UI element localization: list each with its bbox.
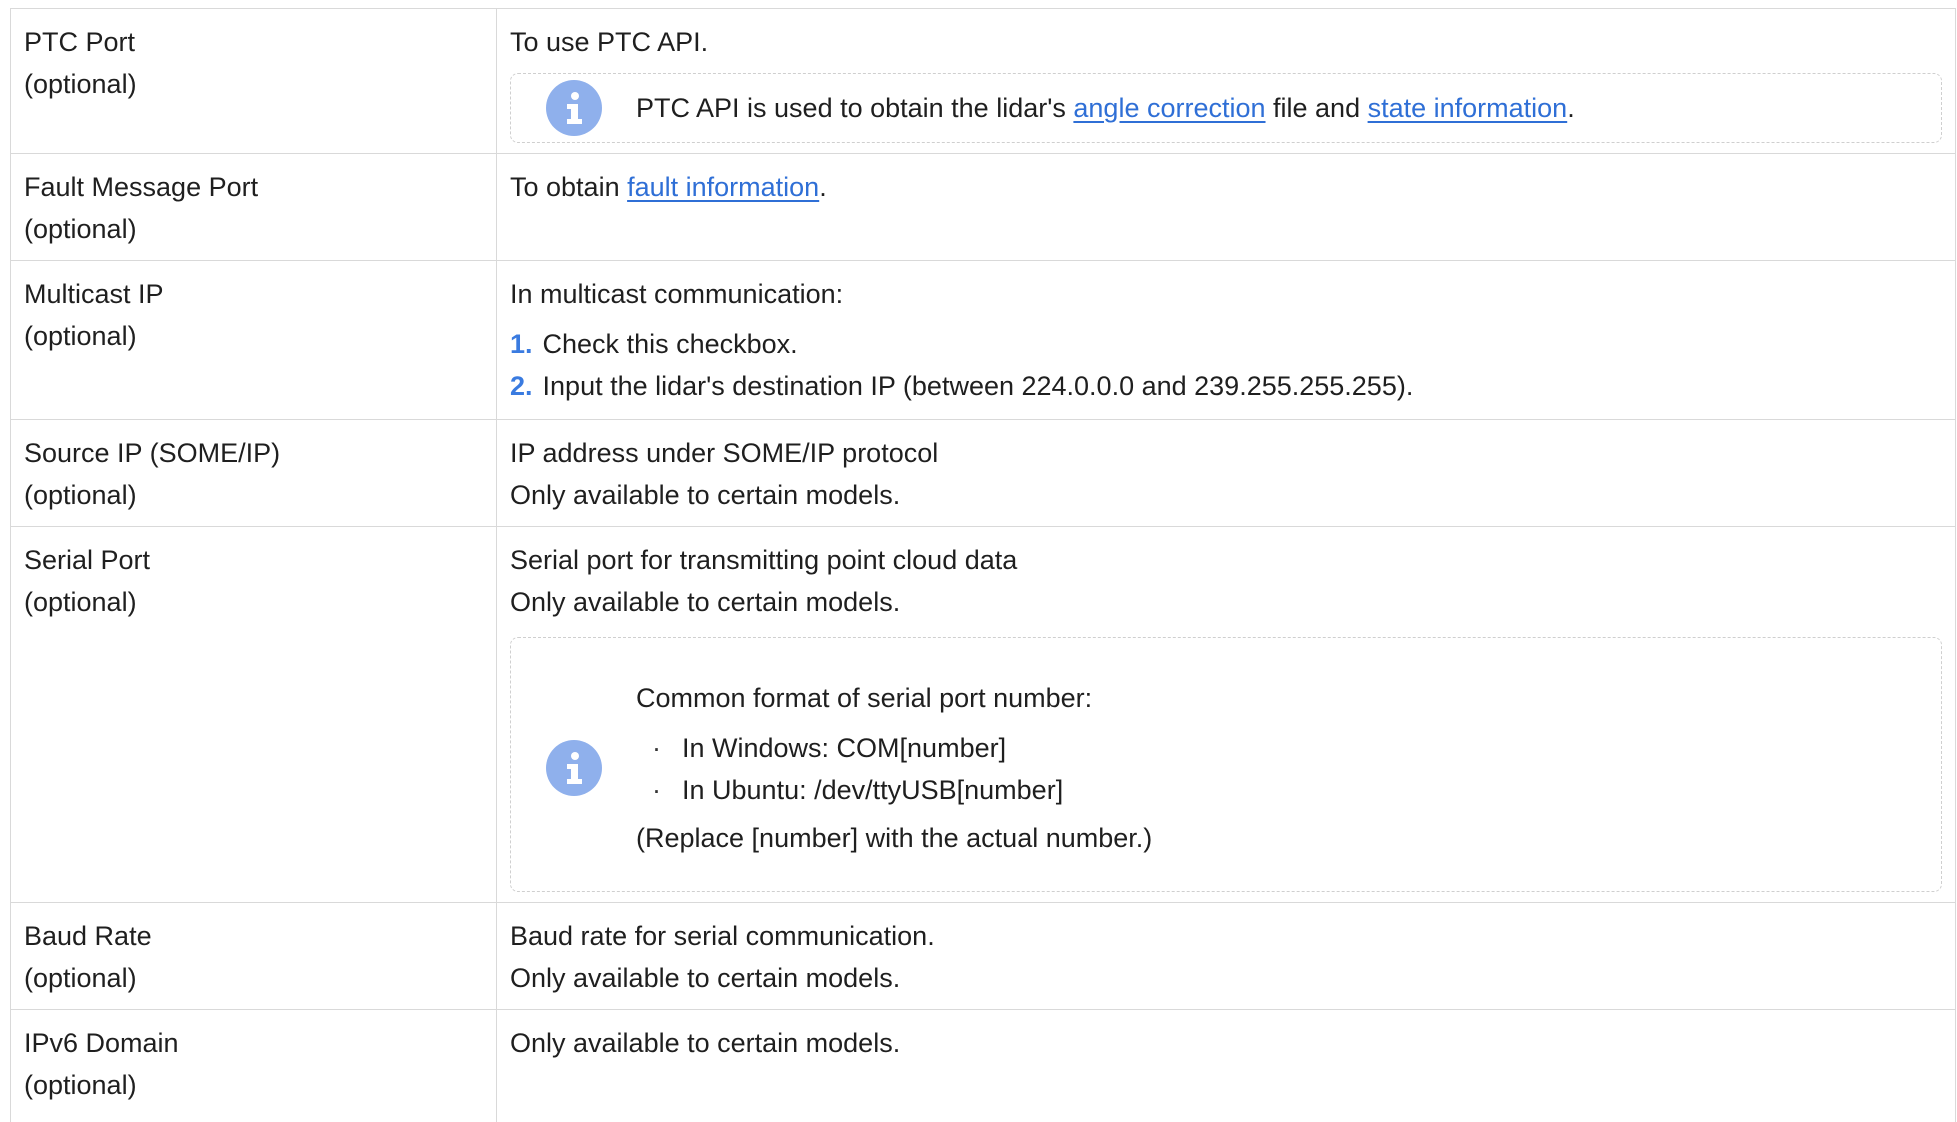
param-name-cell: Multicast IP (optional) [11,261,497,420]
param-name-cell: Serial Port (optional) [11,527,497,903]
param-desc: Serial port for transmitting point cloud… [510,539,1942,581]
step-number: 1. [510,329,533,359]
param-desc: To use PTC API. [510,21,1942,63]
param-desc-cell: To obtain fault information. [497,154,1956,261]
param-name: Baud Rate [24,915,483,957]
param-name-cell: Source IP (SOME/IP) (optional) [11,420,497,527]
list-item: 1. Check this checkbox. [510,323,1942,365]
param-qualifier: (optional) [24,1064,483,1106]
info-icon [546,80,602,136]
param-desc-cell: IP address under SOME/IP protocol Only a… [497,420,1956,527]
note-heading: Common format of serial port number: [636,677,1941,719]
param-name: Fault Message Port [24,166,483,208]
bullet-icon: · [652,769,670,811]
param-desc-cell: Baud rate for serial communication. Only… [497,903,1956,1010]
table-row: Multicast IP (optional) In multicast com… [11,261,1956,420]
bullet-text: In Windows: COM[number] [682,733,1006,763]
param-name: PTC Port [24,21,483,63]
param-qualifier: (optional) [24,474,483,516]
info-icon [546,740,602,796]
bullet-icon: · [652,727,670,769]
param-desc-cell: In multicast communication: 1. Check this… [497,261,1956,420]
param-name-cell: Baud Rate (optional) [11,903,497,1010]
bullet-text: In Ubuntu: /dev/ttyUSB[number] [682,775,1063,805]
angle-correction-link[interactable]: angle correction [1073,93,1265,123]
param-qualifier: (optional) [24,957,483,999]
step-list: 1. Check this checkbox. 2. Input the lidar… [510,323,1942,407]
note-text: file and [1266,93,1368,123]
table-row: Fault Message Port (optional) To obtain … [11,154,1956,261]
param-name: Source IP (SOME/IP) [24,432,483,474]
param-desc: IP address under SOME/IP protocol [510,432,1942,474]
note-text: . [1567,93,1575,123]
param-qualifier: (optional) [24,63,483,105]
param-desc: To obtain [510,172,627,202]
param-desc: Only available to certain models. [510,957,1942,999]
info-note: PTC API is used to obtain the lidar's an… [510,73,1942,143]
list-item: · In Ubuntu: /dev/ttyUSB[number] [636,769,1941,811]
step-text: Input the lidar's destination IP (betwee… [543,371,1414,401]
fault-information-link[interactable]: fault information [627,172,819,202]
param-desc-cell: Only available to certain models. [497,1010,1956,1122]
param-desc: Only available to certain models. [510,581,1942,623]
table-row: IPv6 Domain (optional) Only available to… [11,1010,1956,1122]
param-name-cell: IPv6 Domain (optional) [11,1010,497,1122]
param-desc: . [819,172,827,202]
bullet-list: · In Windows: COM[number] · In Ubuntu: /de… [636,727,1941,811]
param-desc: In multicast communication: [510,273,1942,315]
param-name-cell: Fault Message Port (optional) [11,154,497,261]
param-desc: Only available to certain models. [510,474,1942,516]
note-footer: (Replace [number] with the actual number… [636,817,1941,859]
note-text: PTC API is used to obtain the lidar's [636,93,1073,123]
list-item: · In Windows: COM[number] [636,727,1941,769]
param-qualifier: (optional) [24,581,483,623]
param-name: IPv6 Domain [24,1022,483,1064]
step-text: Check this checkbox. [543,329,798,359]
state-information-link[interactable]: state information [1368,93,1568,123]
param-name: Serial Port [24,539,483,581]
param-desc-cell: To use PTC API. PTC API is used to obtai… [497,9,1956,154]
info-note: Common format of serial port number: · In… [510,637,1942,892]
param-qualifier: (optional) [24,208,483,250]
param-desc: Baud rate for serial communication. [510,915,1942,957]
param-desc-cell: Serial port for transmitting point cloud… [497,527,1956,903]
param-name: Multicast IP [24,273,483,315]
table-row: PTC Port (optional) To use PTC API. PTC … [11,9,1956,154]
param-name-cell: PTC Port (optional) [11,9,497,154]
list-item: 2. Input the lidar's destination IP (betw… [510,365,1942,407]
param-desc: Only available to certain models. [510,1022,1942,1064]
parameter-table: PTC Port (optional) To use PTC API. PTC … [10,8,1956,1122]
step-number: 2. [510,371,533,401]
param-qualifier: (optional) [24,315,483,357]
table-row: Serial Port (optional) Serial port for t… [11,527,1956,903]
table-row: Baud Rate (optional) Baud rate for seria… [11,903,1956,1010]
table-row: Source IP (SOME/IP) (optional) IP addres… [11,420,1956,527]
